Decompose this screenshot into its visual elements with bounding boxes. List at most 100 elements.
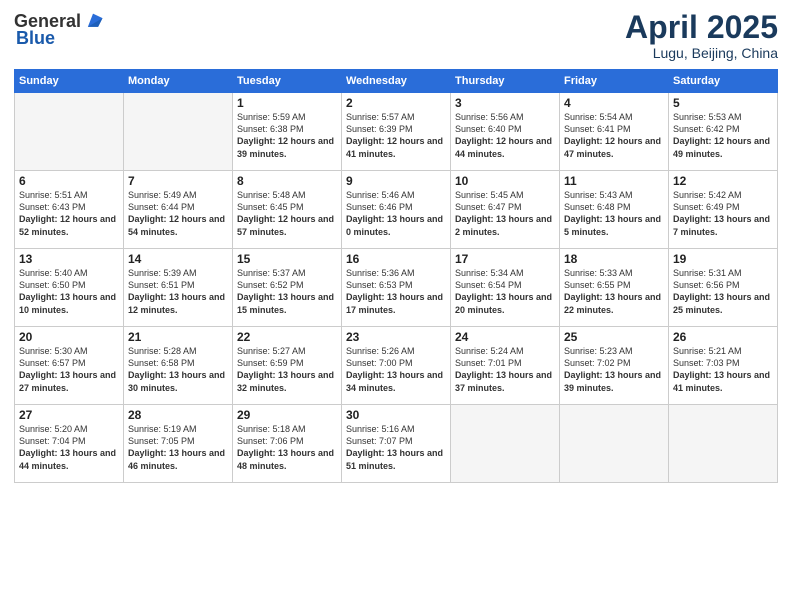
- calendar-cell: 23Sunrise: 5:26 AMSunset: 7:00 PMDayligh…: [342, 327, 451, 405]
- day-info: Sunrise: 5:18 AMSunset: 7:06 PMDaylight:…: [237, 423, 337, 472]
- calendar-cell: 14Sunrise: 5:39 AMSunset: 6:51 PMDayligh…: [124, 249, 233, 327]
- calendar-cell: 8Sunrise: 5:48 AMSunset: 6:45 PMDaylight…: [233, 171, 342, 249]
- day-info: Sunrise: 5:23 AMSunset: 7:02 PMDaylight:…: [564, 345, 664, 394]
- day-number: 30: [346, 408, 446, 422]
- calendar-week-3: 13Sunrise: 5:40 AMSunset: 6:50 PMDayligh…: [15, 249, 778, 327]
- calendar-cell: 19Sunrise: 5:31 AMSunset: 6:56 PMDayligh…: [669, 249, 778, 327]
- logo-icon: [82, 10, 104, 32]
- day-number: 3: [455, 96, 555, 110]
- calendar-cell: 9Sunrise: 5:46 AMSunset: 6:46 PMDaylight…: [342, 171, 451, 249]
- day-info: Sunrise: 5:56 AMSunset: 6:40 PMDaylight:…: [455, 111, 555, 160]
- day-info: Sunrise: 5:39 AMSunset: 6:51 PMDaylight:…: [128, 267, 228, 316]
- calendar-cell: 18Sunrise: 5:33 AMSunset: 6:55 PMDayligh…: [560, 249, 669, 327]
- day-number: 2: [346, 96, 446, 110]
- weekday-header-friday: Friday: [560, 70, 669, 93]
- day-number: 4: [564, 96, 664, 110]
- calendar-cell: 28Sunrise: 5:19 AMSunset: 7:05 PMDayligh…: [124, 405, 233, 483]
- day-info: Sunrise: 5:16 AMSunset: 7:07 PMDaylight:…: [346, 423, 446, 472]
- weekday-header-saturday: Saturday: [669, 70, 778, 93]
- day-info: Sunrise: 5:51 AMSunset: 6:43 PMDaylight:…: [19, 189, 119, 238]
- calendar-cell: 20Sunrise: 5:30 AMSunset: 6:57 PMDayligh…: [15, 327, 124, 405]
- day-info: Sunrise: 5:26 AMSunset: 7:00 PMDaylight:…: [346, 345, 446, 394]
- calendar-cell: 24Sunrise: 5:24 AMSunset: 7:01 PMDayligh…: [451, 327, 560, 405]
- weekday-header-row: SundayMondayTuesdayWednesdayThursdayFrid…: [15, 70, 778, 93]
- location: Lugu, Beijing, China: [625, 45, 778, 61]
- calendar-week-5: 27Sunrise: 5:20 AMSunset: 7:04 PMDayligh…: [15, 405, 778, 483]
- day-number: 27: [19, 408, 119, 422]
- day-info: Sunrise: 5:54 AMSunset: 6:41 PMDaylight:…: [564, 111, 664, 160]
- calendar-cell: [560, 405, 669, 483]
- day-info: Sunrise: 5:36 AMSunset: 6:53 PMDaylight:…: [346, 267, 446, 316]
- calendar-week-1: 1Sunrise: 5:59 AMSunset: 6:38 PMDaylight…: [15, 93, 778, 171]
- logo: General Blue: [14, 10, 104, 49]
- day-info: Sunrise: 5:37 AMSunset: 6:52 PMDaylight:…: [237, 267, 337, 316]
- day-number: 29: [237, 408, 337, 422]
- day-info: Sunrise: 5:33 AMSunset: 6:55 PMDaylight:…: [564, 267, 664, 316]
- day-number: 12: [673, 174, 773, 188]
- page: General Blue April 2025 Lugu, Beijing, C…: [0, 0, 792, 612]
- calendar-cell: 27Sunrise: 5:20 AMSunset: 7:04 PMDayligh…: [15, 405, 124, 483]
- calendar-cell: [451, 405, 560, 483]
- day-number: 21: [128, 330, 228, 344]
- calendar-cell: 13Sunrise: 5:40 AMSunset: 6:50 PMDayligh…: [15, 249, 124, 327]
- calendar-cell: 17Sunrise: 5:34 AMSunset: 6:54 PMDayligh…: [451, 249, 560, 327]
- calendar-cell: 1Sunrise: 5:59 AMSunset: 6:38 PMDaylight…: [233, 93, 342, 171]
- day-info: Sunrise: 5:46 AMSunset: 6:46 PMDaylight:…: [346, 189, 446, 238]
- day-number: 22: [237, 330, 337, 344]
- day-number: 18: [564, 252, 664, 266]
- calendar-cell: [124, 93, 233, 171]
- weekday-header-monday: Monday: [124, 70, 233, 93]
- calendar-cell: 15Sunrise: 5:37 AMSunset: 6:52 PMDayligh…: [233, 249, 342, 327]
- day-number: 14: [128, 252, 228, 266]
- calendar-cell: 7Sunrise: 5:49 AMSunset: 6:44 PMDaylight…: [124, 171, 233, 249]
- day-number: 13: [19, 252, 119, 266]
- day-info: Sunrise: 5:42 AMSunset: 6:49 PMDaylight:…: [673, 189, 773, 238]
- calendar-cell: 10Sunrise: 5:45 AMSunset: 6:47 PMDayligh…: [451, 171, 560, 249]
- day-number: 16: [346, 252, 446, 266]
- calendar-cell: 22Sunrise: 5:27 AMSunset: 6:59 PMDayligh…: [233, 327, 342, 405]
- calendar-cell: 26Sunrise: 5:21 AMSunset: 7:03 PMDayligh…: [669, 327, 778, 405]
- day-number: 7: [128, 174, 228, 188]
- day-info: Sunrise: 5:24 AMSunset: 7:01 PMDaylight:…: [455, 345, 555, 394]
- day-number: 1: [237, 96, 337, 110]
- calendar-cell: 5Sunrise: 5:53 AMSunset: 6:42 PMDaylight…: [669, 93, 778, 171]
- day-number: 8: [237, 174, 337, 188]
- day-number: 28: [128, 408, 228, 422]
- day-number: 11: [564, 174, 664, 188]
- calendar-cell: 12Sunrise: 5:42 AMSunset: 6:49 PMDayligh…: [669, 171, 778, 249]
- day-number: 25: [564, 330, 664, 344]
- day-info: Sunrise: 5:31 AMSunset: 6:56 PMDaylight:…: [673, 267, 773, 316]
- header: General Blue April 2025 Lugu, Beijing, C…: [14, 10, 778, 61]
- day-info: Sunrise: 5:20 AMSunset: 7:04 PMDaylight:…: [19, 423, 119, 472]
- day-info: Sunrise: 5:27 AMSunset: 6:59 PMDaylight:…: [237, 345, 337, 394]
- logo-blue-text: Blue: [16, 28, 55, 49]
- day-info: Sunrise: 5:40 AMSunset: 6:50 PMDaylight:…: [19, 267, 119, 316]
- day-info: Sunrise: 5:19 AMSunset: 7:05 PMDaylight:…: [128, 423, 228, 472]
- calendar-cell: [669, 405, 778, 483]
- weekday-header-tuesday: Tuesday: [233, 70, 342, 93]
- day-info: Sunrise: 5:59 AMSunset: 6:38 PMDaylight:…: [237, 111, 337, 160]
- day-number: 26: [673, 330, 773, 344]
- calendar-cell: 21Sunrise: 5:28 AMSunset: 6:58 PMDayligh…: [124, 327, 233, 405]
- title-block: April 2025 Lugu, Beijing, China: [625, 10, 778, 61]
- weekday-header-wednesday: Wednesday: [342, 70, 451, 93]
- day-number: 17: [455, 252, 555, 266]
- day-info: Sunrise: 5:43 AMSunset: 6:48 PMDaylight:…: [564, 189, 664, 238]
- calendar-cell: 2Sunrise: 5:57 AMSunset: 6:39 PMDaylight…: [342, 93, 451, 171]
- weekday-header-sunday: Sunday: [15, 70, 124, 93]
- calendar-cell: 6Sunrise: 5:51 AMSunset: 6:43 PMDaylight…: [15, 171, 124, 249]
- day-number: 10: [455, 174, 555, 188]
- day-info: Sunrise: 5:28 AMSunset: 6:58 PMDaylight:…: [128, 345, 228, 394]
- day-info: Sunrise: 5:49 AMSunset: 6:44 PMDaylight:…: [128, 189, 228, 238]
- day-info: Sunrise: 5:34 AMSunset: 6:54 PMDaylight:…: [455, 267, 555, 316]
- day-info: Sunrise: 5:45 AMSunset: 6:47 PMDaylight:…: [455, 189, 555, 238]
- calendar-week-2: 6Sunrise: 5:51 AMSunset: 6:43 PMDaylight…: [15, 171, 778, 249]
- day-number: 20: [19, 330, 119, 344]
- calendar-cell: 30Sunrise: 5:16 AMSunset: 7:07 PMDayligh…: [342, 405, 451, 483]
- day-info: Sunrise: 5:21 AMSunset: 7:03 PMDaylight:…: [673, 345, 773, 394]
- calendar-cell: 25Sunrise: 5:23 AMSunset: 7:02 PMDayligh…: [560, 327, 669, 405]
- day-info: Sunrise: 5:57 AMSunset: 6:39 PMDaylight:…: [346, 111, 446, 160]
- calendar: SundayMondayTuesdayWednesdayThursdayFrid…: [14, 69, 778, 483]
- day-info: Sunrise: 5:53 AMSunset: 6:42 PMDaylight:…: [673, 111, 773, 160]
- calendar-cell: 3Sunrise: 5:56 AMSunset: 6:40 PMDaylight…: [451, 93, 560, 171]
